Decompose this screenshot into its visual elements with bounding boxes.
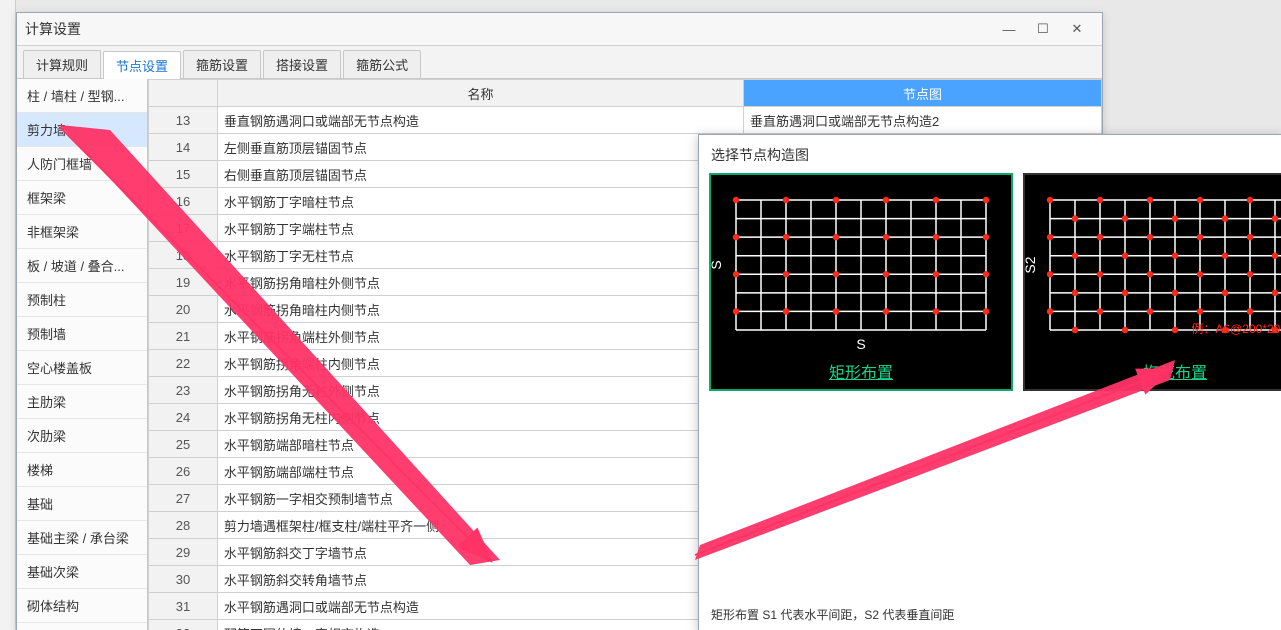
diagram-caption: 梅花布置	[1025, 355, 1281, 389]
diagram-preview: SS	[711, 175, 1011, 355]
svg-text:S: S	[711, 260, 724, 269]
sidebar-item-10[interactable]: 次肋梁	[17, 419, 147, 453]
close-button[interactable]: ✕	[1060, 18, 1094, 40]
row-name-cell[interactable]: 水平钢筋拐角无柱内侧节点	[217, 404, 743, 431]
row-number: 25	[149, 431, 218, 458]
category-sidebar: 柱 / 墙柱 / 型钢...剪力墙人防门框墙框架梁非框架梁板 / 坡道 / 叠合…	[17, 79, 148, 630]
diagram-option-0[interactable]: SS矩形布置	[709, 173, 1013, 391]
col-header-number	[149, 80, 218, 107]
row-number: 15	[149, 161, 218, 188]
row-name-cell[interactable]: 水平钢筋端部暗柱节点	[217, 431, 743, 458]
popup-title: 选择节点构造图	[699, 135, 1281, 173]
row-number: 29	[149, 539, 218, 566]
sidebar-item-11[interactable]: 楼梯	[17, 453, 147, 487]
row-number: 13	[149, 107, 218, 134]
sidebar-item-0[interactable]: 柱 / 墙柱 / 型钢...	[17, 79, 147, 113]
tab-1[interactable]: 节点设置	[103, 51, 181, 79]
row-name-cell[interactable]: 水平钢筋拐角端柱内侧节点	[217, 350, 743, 377]
row-number: 18	[149, 242, 218, 269]
app-background-strip	[0, 0, 16, 630]
row-number: 22	[149, 350, 218, 377]
row-number: 17	[149, 215, 218, 242]
sidebar-item-2[interactable]: 人防门框墙	[17, 147, 147, 181]
row-number: 23	[149, 377, 218, 404]
sidebar-item-3[interactable]: 框架梁	[17, 181, 147, 215]
diagram-options: SS矩形布置S2例：A6@200*200 s1 s2梅花布置	[699, 173, 1281, 391]
svg-text:S2: S2	[1025, 256, 1038, 273]
sidebar-item-7[interactable]: 预制墙	[17, 317, 147, 351]
sidebar-item-9[interactable]: 主肋梁	[17, 385, 147, 419]
row-name-cell[interactable]: 水平钢筋丁字端柱节点	[217, 215, 743, 242]
sidebar-item-16[interactable]: 其它	[17, 623, 147, 630]
sidebar-item-1[interactable]: 剪力墙	[17, 113, 147, 147]
row-name-cell[interactable]: 水平钢筋端部端柱节点	[217, 458, 743, 485]
row-number: 14	[149, 134, 218, 161]
row-number: 21	[149, 323, 218, 350]
svg-text:S: S	[856, 336, 865, 352]
sidebar-item-14[interactable]: 基础次梁	[17, 555, 147, 589]
tab-4[interactable]: 箍筋公式	[343, 50, 421, 78]
table-row[interactable]: 13垂直钢筋遇洞口或端部无节点构造垂直筋遇洞口或端部无节点构造2	[149, 107, 1102, 134]
row-name-cell[interactable]: 水平钢筋遇洞口或端部无节点构造	[217, 593, 743, 620]
sidebar-item-6[interactable]: 预制柱	[17, 283, 147, 317]
row-name-cell[interactable]: 配筋不同的墙一字相交构造	[217, 620, 743, 630]
sidebar-item-12[interactable]: 基础	[17, 487, 147, 521]
sidebar-item-13[interactable]: 基础主梁 / 承台梁	[17, 521, 147, 555]
tab-3[interactable]: 搭接设置	[263, 50, 341, 78]
node-diagram-popup: 选择节点构造图 SS矩形布置S2例：A6@200*200 s1 s2梅花布置 矩…	[698, 134, 1281, 630]
row-number: 19	[149, 269, 218, 296]
row-number: 24	[149, 404, 218, 431]
row-number: 27	[149, 485, 218, 512]
row-number: 30	[149, 566, 218, 593]
col-header-node[interactable]: 节点图	[743, 80, 1101, 107]
row-name-cell[interactable]: 右侧垂直筋顶层锚固节点	[217, 161, 743, 188]
row-node-cell[interactable]: 垂直筋遇洞口或端部无节点构造2	[743, 107, 1101, 134]
diagram-preview: S2 例：A6@200*200 s1 s2	[1025, 175, 1281, 355]
row-name-cell[interactable]: 垂直钢筋遇洞口或端部无节点构造	[217, 107, 743, 134]
settings-tabs: 计算规则节点设置箍筋设置搭接设置箍筋公式	[17, 46, 1102, 79]
sidebar-item-5[interactable]: 板 / 坡道 / 叠合...	[17, 249, 147, 283]
row-name-cell[interactable]: 水平钢筋拐角无柱外侧节点	[217, 377, 743, 404]
row-number: 31	[149, 593, 218, 620]
sidebar-item-4[interactable]: 非框架梁	[17, 215, 147, 249]
row-name-cell[interactable]: 水平钢筋一字相交预制墙节点	[217, 485, 743, 512]
row-name-cell[interactable]: 水平钢筋拐角暗柱内侧节点	[217, 296, 743, 323]
row-name-cell[interactable]: 水平钢筋拐角端柱外侧节点	[217, 323, 743, 350]
sidebar-item-15[interactable]: 砌体结构	[17, 589, 147, 623]
row-name-cell[interactable]: 水平钢筋丁字无柱节点	[217, 242, 743, 269]
dialog-title: 计算设置	[25, 19, 992, 39]
row-number: 26	[149, 458, 218, 485]
minimize-button[interactable]: —	[992, 18, 1026, 40]
row-number: 32	[149, 620, 218, 630]
maximize-button[interactable]: ☐	[1026, 18, 1060, 40]
row-name-cell[interactable]: 左侧垂直筋顶层锚固节点	[217, 134, 743, 161]
row-number: 28	[149, 512, 218, 539]
tab-2[interactable]: 箍筋设置	[183, 50, 261, 78]
row-name-cell[interactable]: 水平钢筋丁字暗柱节点	[217, 188, 743, 215]
svg-text:例：A6@200*200 s1 s2: 例：A6@200*200 s1 s2	[1191, 322, 1281, 336]
row-number: 20	[149, 296, 218, 323]
popup-footnote: 矩形布置 S1 代表水平间距，S2 代表垂直间距	[699, 598, 1281, 630]
row-number: 16	[149, 188, 218, 215]
col-header-name[interactable]: 名称	[217, 80, 743, 107]
sidebar-item-8[interactable]: 空心楼盖板	[17, 351, 147, 385]
diagram-caption: 矩形布置	[711, 355, 1011, 389]
row-name-cell[interactable]: 水平钢筋斜交丁字墙节点	[217, 539, 743, 566]
dialog-titlebar: 计算设置 — ☐ ✕	[17, 13, 1102, 46]
row-name-cell[interactable]: 水平钢筋拐角暗柱外侧节点	[217, 269, 743, 296]
row-name-cell[interactable]: 水平钢筋斜交转角墙节点	[217, 566, 743, 593]
diagram-option-1[interactable]: S2 例：A6@200*200 s1 s2 梅花布置	[1023, 173, 1281, 391]
tab-0[interactable]: 计算规则	[23, 50, 101, 78]
row-name-cell[interactable]: 剪力墙遇框架柱/框支柱/端柱平齐一侧	[217, 512, 743, 539]
